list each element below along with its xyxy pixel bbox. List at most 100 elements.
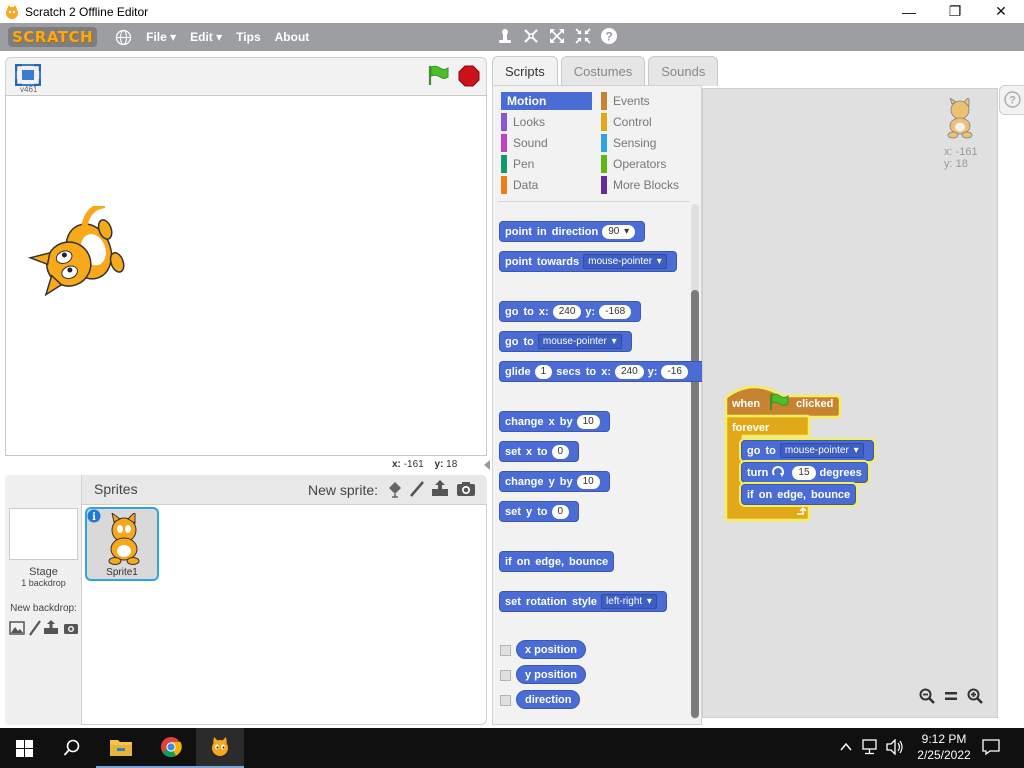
menu-file[interactable]: File ▾: [146, 30, 176, 44]
category-sound[interactable]: Sound: [501, 134, 548, 152]
block-dropdown[interactable]: mouse-pointer ▾: [779, 443, 864, 458]
action-center-notification-icon[interactable]: [982, 739, 1000, 755]
cut-icon[interactable]: [522, 27, 540, 45]
block-if-on-edge-bounce[interactable]: if on edge, bounce: [499, 551, 615, 572]
taskbar-clock[interactable]: 9:12 PM 2/25/2022: [912, 731, 976, 763]
duplicate-icon[interactable]: [496, 27, 514, 45]
category-pen[interactable]: Pen: [501, 155, 534, 173]
block-set-rotation-style[interactable]: set rotation style left-right ▾: [499, 591, 667, 612]
stop-sign-icon[interactable]: [458, 65, 480, 87]
taskbar-search-button[interactable]: [48, 728, 96, 768]
sprite-x-label: x:: [944, 146, 953, 158]
block-set-x[interactable]: set x to 0: [499, 441, 580, 462]
camera-backdrop-icon[interactable]: [63, 622, 79, 635]
block-change-y[interactable]: change y by 10: [499, 471, 610, 492]
category-more-blocks[interactable]: More Blocks: [601, 176, 679, 194]
block-input-x[interactable]: 240: [552, 304, 582, 319]
checkbox-direction[interactable]: [500, 695, 511, 706]
block-set-y[interactable]: set y to 0: [499, 501, 580, 522]
sprite-info-icon[interactable]: i: [87, 509, 101, 523]
stage-thumbnail[interactable]: [9, 508, 78, 560]
block-input-y[interactable]: -168: [599, 304, 632, 319]
camera-sprite-icon[interactable]: [456, 481, 476, 497]
stage-canvas[interactable]: [5, 95, 487, 456]
taskbar-file-explorer[interactable]: [96, 728, 146, 768]
block-go-to[interactable]: go to mouse-pointer ▾: [499, 331, 632, 352]
paint-backdrop-icon[interactable]: [28, 620, 42, 636]
zoom-in-icon[interactable]: [967, 688, 984, 704]
block-label: go to: [747, 444, 776, 457]
minimize-button[interactable]: —: [886, 0, 932, 23]
block-point-towards[interactable]: point towards mouse-pointer ▾: [499, 251, 677, 272]
language-globe-icon[interactable]: [115, 29, 132, 46]
block-glide[interactable]: glide 1 secs to x: 240 y: -16: [499, 361, 702, 382]
presentation-mode-icon[interactable]: [15, 64, 41, 86]
block-input[interactable]: 90 ▾: [602, 224, 636, 239]
block-label: change y by: [505, 475, 573, 488]
script-block-go-to[interactable]: go to mouse-pointer ▾: [741, 440, 874, 461]
menu-about[interactable]: About: [275, 30, 310, 44]
upload-sprite-icon[interactable]: [431, 479, 449, 497]
reporter-x-position[interactable]: x position: [516, 640, 586, 659]
scratch-logo[interactable]: SCRATCH: [8, 27, 98, 47]
block-input[interactable]: 10: [576, 474, 600, 489]
green-flag-icon[interactable]: [427, 64, 449, 86]
tab-costumes[interactable]: Costumes: [560, 56, 646, 86]
checkbox-y-position[interactable]: [500, 670, 511, 681]
zoom-out-icon[interactable]: [919, 688, 935, 704]
scratch-cat-sprite-on-stage[interactable]: [28, 206, 143, 306]
category-events[interactable]: Events: [601, 92, 650, 110]
maximize-button[interactable]: ❐: [932, 0, 978, 23]
taskbar-chrome[interactable]: [146, 728, 196, 768]
mouse-x-label: x:: [392, 459, 401, 470]
shrink-icon[interactable]: [574, 27, 592, 45]
paint-new-sprite-icon[interactable]: [409, 480, 425, 498]
start-button[interactable]: [0, 728, 48, 768]
menu-tips[interactable]: Tips: [236, 30, 260, 44]
category-operators[interactable]: Operators: [601, 155, 666, 173]
volume-icon[interactable]: [886, 739, 904, 755]
choose-sprite-from-library-icon[interactable]: [386, 480, 404, 498]
reporter-direction[interactable]: direction: [516, 690, 581, 709]
block-point-in-direction[interactable]: point in direction 90 ▾: [499, 221, 646, 242]
category-control[interactable]: Control: [601, 113, 652, 131]
block-input[interactable]: 0: [551, 504, 570, 519]
category-looks[interactable]: Looks: [501, 113, 545, 131]
palette-scrollbar-thumb[interactable]: [691, 290, 699, 718]
help-icon[interactable]: ?: [600, 27, 618, 45]
script-block-turn[interactable]: turn 15 degrees: [741, 462, 868, 483]
tab-scripts[interactable]: Scripts: [492, 56, 558, 86]
block-input[interactable]: 0: [551, 444, 570, 459]
script-block-if-on-edge-bounce[interactable]: if on edge, bounce: [741, 484, 857, 505]
block-dropdown[interactable]: mouse-pointer ▾: [537, 334, 622, 349]
reporter-y-position[interactable]: y position: [516, 665, 586, 684]
block-label: if on edge, bounce: [505, 555, 609, 568]
help-tab[interactable]: ?: [999, 85, 1024, 115]
block-dropdown[interactable]: left-right ▾: [601, 594, 657, 609]
block-input[interactable]: 10: [576, 414, 600, 429]
category-sensing[interactable]: Sensing: [601, 134, 656, 152]
close-button[interactable]: ✕: [978, 0, 1024, 23]
menu-edit[interactable]: Edit ▾: [190, 30, 222, 44]
backdrop-library-icon[interactable]: [9, 621, 25, 635]
tab-sounds[interactable]: Sounds: [648, 56, 719, 86]
zoom-reset-icon[interactable]: [944, 690, 958, 702]
block-change-x[interactable]: change x by 10: [499, 411, 610, 432]
block-dropdown[interactable]: mouse-pointer ▾: [583, 254, 667, 269]
block-input[interactable]: 15: [792, 465, 816, 480]
grow-icon[interactable]: [548, 27, 566, 45]
show-hidden-icons-chevron-icon[interactable]: [840, 741, 852, 753]
block-input-secs[interactable]: 1: [534, 364, 553, 379]
scratch-cat-icon: [6, 4, 18, 19]
category-motion[interactable]: Motion: [501, 92, 592, 110]
category-data[interactable]: Data: [501, 176, 538, 194]
block-go-to-xy[interactable]: go to x: 240 y: -168: [499, 301, 642, 322]
collapse-stage-arrow-icon[interactable]: [483, 459, 491, 471]
upload-backdrop-icon[interactable]: [43, 619, 59, 635]
block-input-x[interactable]: 240: [614, 364, 644, 379]
sprite-thumb-sprite1[interactable]: i Sprite1: [85, 507, 159, 581]
block-input-y[interactable]: -16: [661, 364, 688, 379]
checkbox-x-position[interactable]: [500, 645, 511, 656]
network-icon[interactable]: [862, 739, 880, 755]
taskbar-scratch[interactable]: [196, 728, 244, 768]
